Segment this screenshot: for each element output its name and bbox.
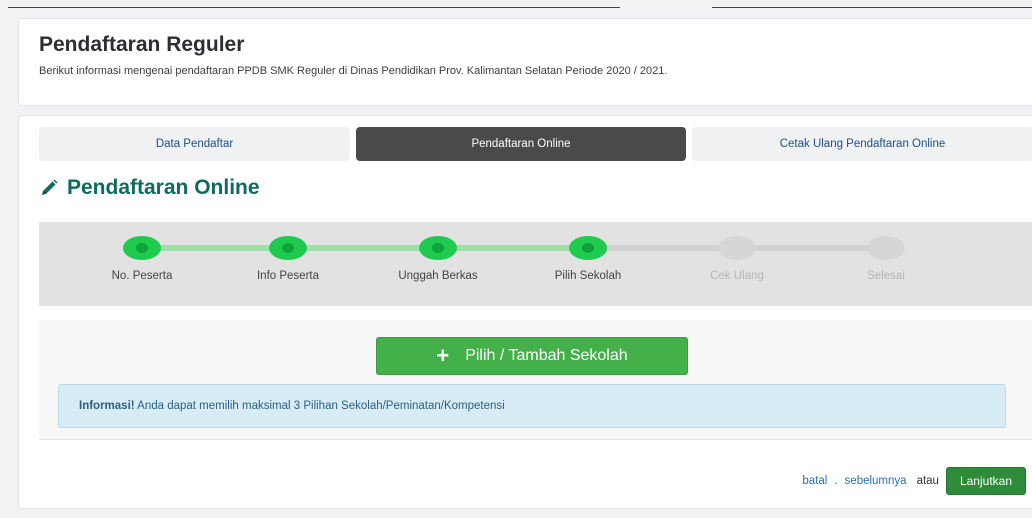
top-border-line-right (712, 7, 1032, 8)
page-description: Berikut informasi mengenai pendaftaran P… (39, 65, 668, 77)
step-label-pilih-sekolah: Pilih Sekolah (554, 270, 622, 282)
section-title-text: Pendaftaran Online (67, 176, 260, 199)
add-school-button[interactable]: + Pilih / Tambah Sekolah (376, 337, 688, 375)
step-dot-3 (419, 236, 457, 260)
next-button[interactable]: Lanjutkan (945, 467, 1026, 495)
registration-card: Data Pendaftar Pendaftaran Online Cetak … (18, 115, 1032, 509)
school-selection-area: + Pilih / Tambah Sekolah Informasi! Anda… (39, 320, 1032, 440)
section-title: Pendaftaran Online (39, 176, 260, 200)
add-school-label: Pilih / Tambah Sekolah (465, 347, 628, 364)
step-dot-1 (123, 236, 161, 260)
header-card: Pendaftaran Reguler Berikut informasi me… (18, 18, 1032, 106)
previous-link[interactable]: sebelumnya (845, 475, 907, 487)
tab-cetak-ulang[interactable]: Cetak Ulang Pendaftaran Online (692, 127, 1032, 161)
step-dot-4 (569, 236, 607, 260)
top-border (0, 0, 1032, 10)
info-alert-strong: Informasi! (79, 400, 135, 412)
step-dot-5 (718, 236, 756, 260)
top-border-line-left (8, 7, 620, 8)
progress-stepper: No. Peserta Info Peserta Unggah Berkas P… (39, 222, 1032, 306)
step-label-no-peserta: No. Peserta (111, 270, 173, 282)
wizard-navigation: batal . sebelumnya atau Lanjutkan (802, 467, 1026, 495)
stepper-track-done (142, 245, 594, 251)
step-label-cek-ulang: Cek Ulang (710, 270, 764, 282)
step-dot-6 (867, 236, 905, 260)
or-text: atau (916, 475, 939, 487)
tab-pendaftaran-online[interactable]: Pendaftaran Online (356, 127, 686, 161)
cancel-link[interactable]: batal (802, 475, 827, 487)
plus-icon: + (436, 343, 450, 368)
info-alert: Informasi! Anda dapat memilih maksimal 3… (58, 384, 1006, 428)
nav-separator: . (834, 475, 838, 487)
page-title: Pendaftaran Reguler (39, 33, 245, 56)
info-alert-text: Anda dapat memilih maksimal 3 Pilihan Se… (134, 400, 505, 412)
step-dot-2 (269, 236, 307, 260)
step-label-info-peserta: Info Peserta (256, 270, 319, 282)
pencil-icon (39, 178, 59, 198)
step-label-unggah-berkas: Unggah Berkas (398, 270, 478, 282)
step-label-selesai: Selesai (867, 270, 905, 282)
tab-data-pendaftar[interactable]: Data Pendaftar (39, 127, 350, 161)
tab-bar: Data Pendaftar Pendaftaran Online Cetak … (39, 127, 1032, 161)
